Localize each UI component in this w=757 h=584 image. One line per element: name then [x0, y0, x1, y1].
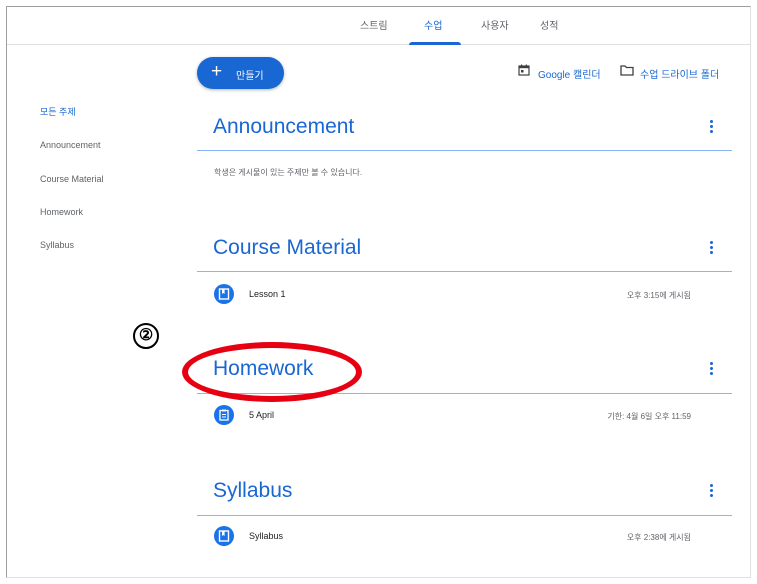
sidebar-item-homework[interactable]: Homework: [40, 207, 83, 217]
more-options-icon[interactable]: [708, 484, 714, 500]
item-posted-time: 오후 3:15에 게시됨: [626, 291, 691, 300]
more-options-icon[interactable]: [708, 241, 714, 257]
create-button[interactable]: + 만들기: [197, 57, 284, 89]
assignment-icon: [214, 405, 234, 425]
plus-icon: +: [211, 61, 223, 82]
top-nav: 스트림 수업 사용자 성적: [7, 7, 751, 45]
topic-divider: [197, 271, 732, 272]
tab-people[interactable]: 사용자: [481, 17, 509, 32]
tab-grades[interactable]: 성적: [540, 17, 558, 32]
tab-classwork[interactable]: 수업: [424, 17, 442, 32]
topic-note: 학생은 게시물이 있는 주제만 볼 수 있습니다.: [214, 168, 363, 177]
item-posted-time: 오후 2:38에 게시됨: [626, 533, 691, 542]
highlight-ellipse: [182, 342, 362, 402]
topic-divider: [197, 515, 732, 516]
classwork-item-syllabus[interactable]: Syllabus: [249, 531, 283, 541]
topic-title-announcement: Announcement: [213, 115, 355, 138]
calendar-label: Google 캘린더: [538, 70, 601, 81]
tab-stream[interactable]: 스트림: [360, 17, 388, 32]
sidebar-item-syllabus[interactable]: Syllabus: [40, 240, 74, 250]
topic-title-course-material: Course Material: [213, 236, 362, 259]
step-number-badge: ②: [133, 323, 159, 349]
classwork-item-5-april[interactable]: 5 April: [249, 410, 274, 420]
item-due-date: 기한: 4월 6일 오후 11:59: [607, 412, 691, 421]
active-tab-indicator: [409, 42, 461, 45]
drive-label: 수업 드라이브 폴더: [640, 70, 720, 81]
sidebar-item-all-topics[interactable]: 모든 주제: [40, 105, 76, 118]
classwork-item-lesson-1[interactable]: Lesson 1: [249, 289, 286, 299]
folder-icon: [620, 65, 634, 76]
more-options-icon[interactable]: [708, 362, 714, 378]
topic-divider: [197, 150, 732, 151]
sidebar-item-announcement[interactable]: Announcement: [40, 140, 101, 150]
calendar-icon: [518, 64, 530, 76]
topic-title-syllabus: Syllabus: [213, 479, 293, 502]
more-options-icon[interactable]: [708, 120, 714, 136]
material-icon: [214, 526, 234, 546]
material-icon: [214, 284, 234, 304]
sidebar-item-course-material[interactable]: Course Material: [40, 174, 104, 184]
create-button-label: 만들기: [236, 71, 264, 82]
